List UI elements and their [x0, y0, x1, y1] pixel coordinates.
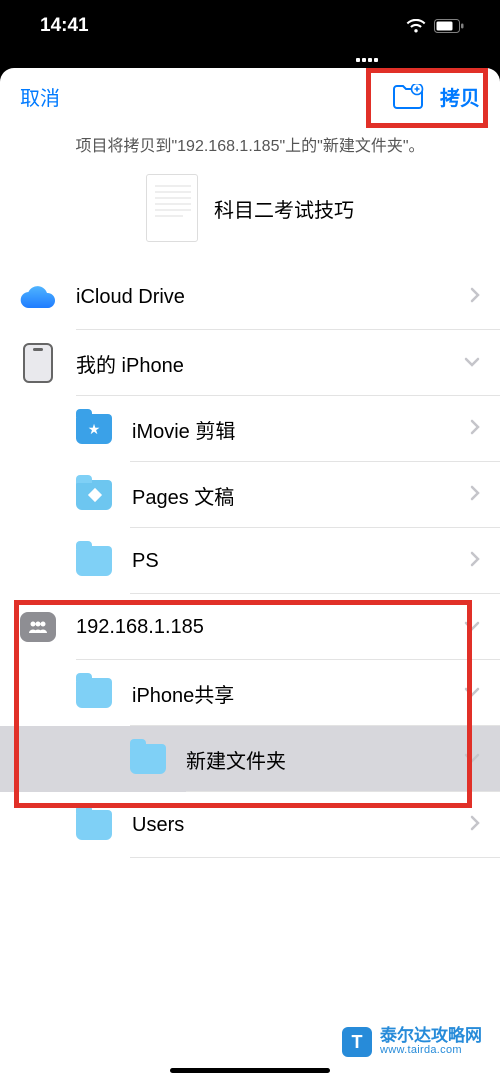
- status-bar: 14:41: [0, 0, 500, 52]
- folder-users[interactable]: Users: [0, 792, 500, 858]
- watermark-url: www.tairda.com: [380, 1045, 482, 1057]
- chevron-right-icon: [470, 287, 480, 308]
- folder-new-folder[interactable]: 新建文件夹: [0, 726, 500, 792]
- location-my-iphone[interactable]: 我的 iPhone: [0, 330, 500, 396]
- battery-icon: [434, 19, 464, 33]
- folder-icon: [76, 675, 112, 711]
- document-thumbnail-icon: [146, 174, 198, 242]
- file-name: 科目二考试技巧: [214, 194, 354, 223]
- watermark: T 泰尔达攻略网 www.tairda.com: [342, 1027, 482, 1057]
- chevron-right-icon: [470, 815, 480, 836]
- icloud-icon: [20, 279, 56, 315]
- folder-icon: [76, 543, 112, 579]
- iphone-icon: [20, 345, 56, 381]
- chevron-down-icon: [464, 354, 480, 372]
- chevron-right-icon: [470, 485, 480, 506]
- sheet-header: 取消 拷贝: [0, 68, 500, 124]
- chevron-down-icon: [464, 684, 480, 702]
- folder-icon: [76, 477, 112, 513]
- new-folder-icon[interactable]: [392, 84, 422, 108]
- folder-icon: [76, 411, 112, 447]
- status-time: 14:41: [40, 15, 89, 37]
- cancel-button[interactable]: 取消: [20, 82, 60, 111]
- network-server-icon: [20, 609, 56, 645]
- watermark-title: 泰尔达攻略网: [380, 1027, 482, 1045]
- location-server[interactable]: 192.168.1.185: [0, 594, 500, 660]
- modal-sheet: 取消 拷贝 项目将拷贝到"192.168.1.185"上的"新建文件夹"。 科目…: [0, 68, 500, 1083]
- chevron-down-icon: [464, 618, 480, 636]
- folder-iphone-share[interactable]: iPhone共享: [0, 660, 500, 726]
- chevron-right-icon: [470, 419, 480, 440]
- file-preview: 科目二考试技巧: [0, 174, 500, 242]
- home-indicator[interactable]: [170, 1068, 330, 1073]
- destination-subtitle: 项目将拷贝到"192.168.1.185"上的"新建文件夹"。: [0, 132, 500, 156]
- watermark-logo-icon: T: [342, 1027, 372, 1057]
- chevron-right-icon: [470, 551, 480, 572]
- wifi-icon: [406, 19, 426, 34]
- folder-imovie[interactable]: iMovie 剪辑: [0, 396, 500, 462]
- folder-pages[interactable]: Pages 文稿: [0, 462, 500, 528]
- folder-ps[interactable]: PS: [0, 528, 500, 594]
- location-icloud[interactable]: iCloud Drive: [0, 264, 500, 330]
- folder-icon: [130, 741, 166, 777]
- chevron-down-icon: [464, 750, 480, 768]
- folder-list: iCloud Drive 我的 iPhone iMovie 剪辑 Pages 文…: [0, 264, 500, 858]
- folder-icon: [76, 807, 112, 843]
- copy-button[interactable]: 拷贝: [440, 82, 480, 111]
